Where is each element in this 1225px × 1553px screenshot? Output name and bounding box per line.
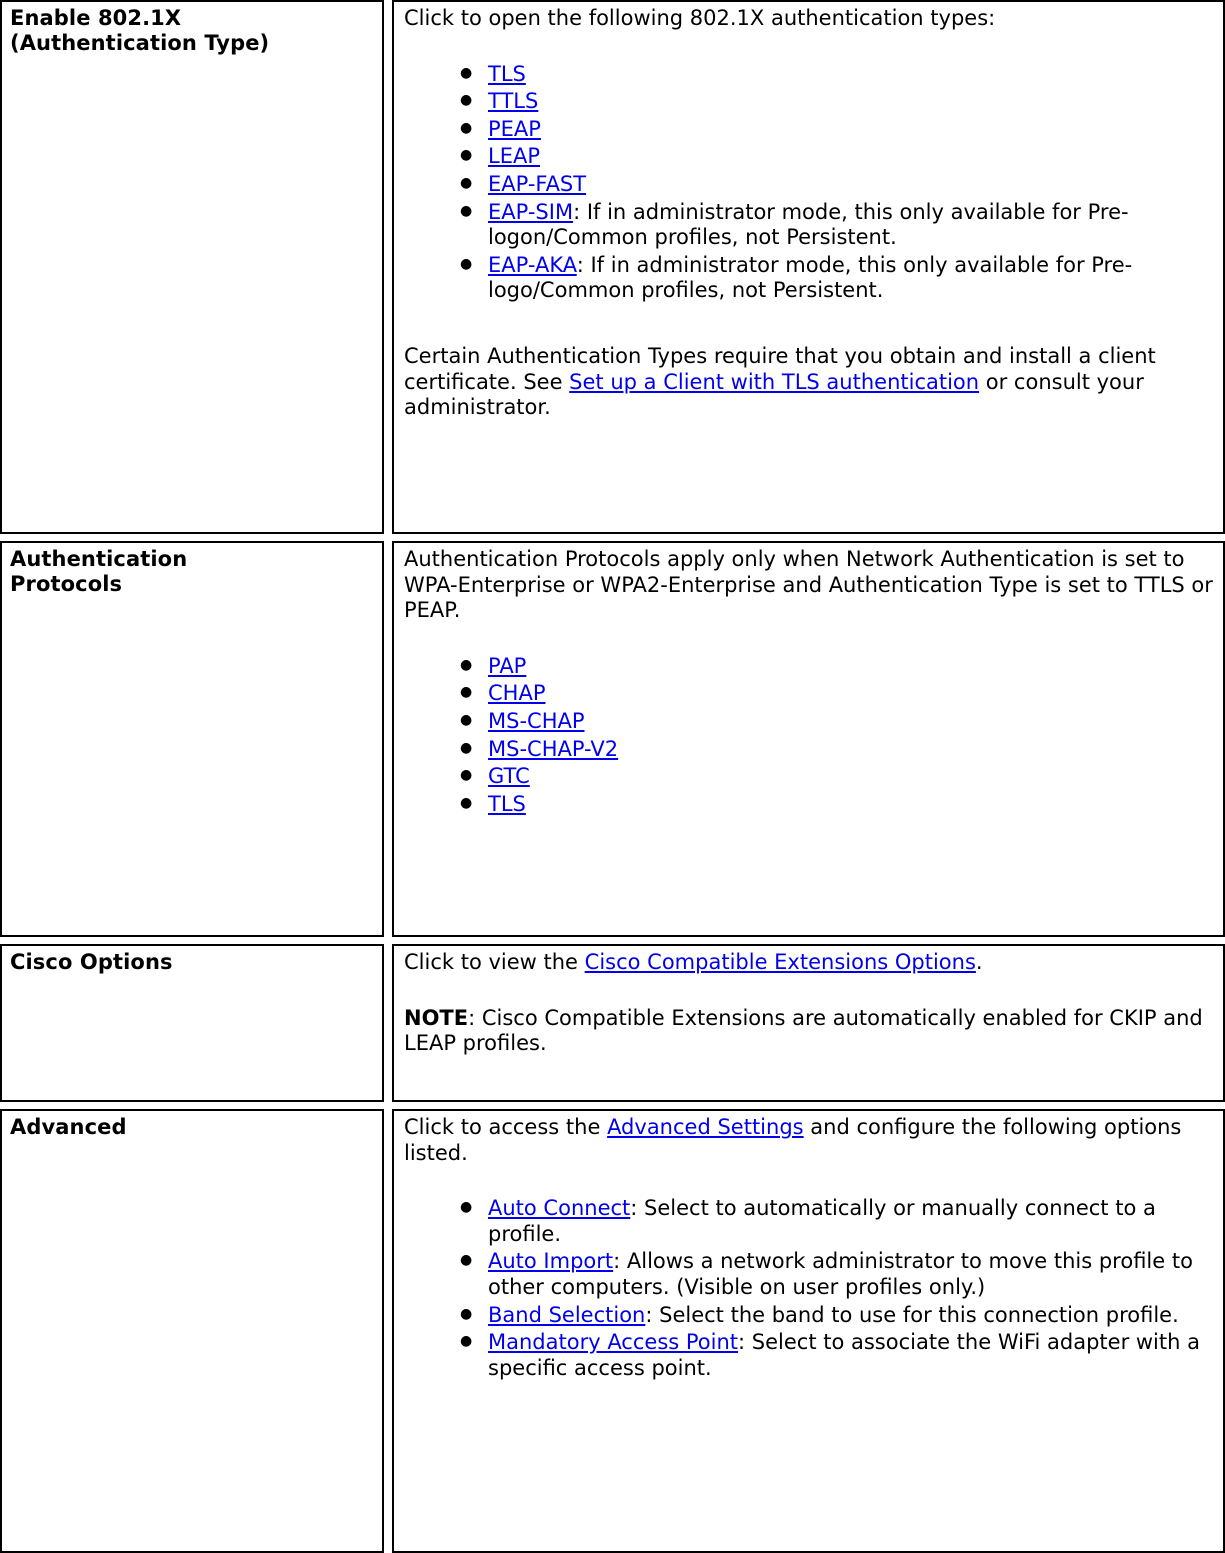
list-item: LEAP	[460, 143, 1215, 170]
column-gap	[384, 541, 392, 937]
link-set-up-client-tls-authentication[interactable]: Set up a Client with TLS authentication	[569, 370, 979, 394]
list-item: EAP-AKA: If in administrator mode, this …	[460, 252, 1215, 304]
list-item: Auto Import: Allows a network administra…	[460, 1248, 1215, 1300]
list-item: MS-CHAP-V2	[460, 736, 1215, 763]
description-cell-cisco-options: Click to view the Cisco Compatible Exten…	[392, 944, 1225, 1102]
link-peap[interactable]: PEAP	[488, 117, 541, 141]
intro-text-after: .	[975, 950, 983, 974]
table-row: Advanced Click to access the Advanced Se…	[0, 1109, 1225, 1553]
term-label-authentication-protocols: Authentication Protocols	[10, 547, 376, 597]
list-item: TLS	[460, 61, 1215, 88]
list-item-text: : Select the band to use for this connec…	[645, 1302, 1179, 1327]
description-cell-authentication-protocols: Authentication Protocols apply only when…	[392, 541, 1225, 937]
list-item: CHAP	[460, 680, 1215, 707]
settings-definition-table: Enable 802.1X (Authentication Type) Clic…	[0, 0, 1225, 1553]
link-band-selection[interactable]: Band Selection	[488, 1303, 645, 1327]
closing-paragraph: Certain Authentication Types require tha…	[404, 344, 1215, 421]
list-item: GTC	[460, 763, 1215, 790]
term-cell-advanced: Advanced	[0, 1109, 384, 1553]
list-item: MS-CHAP	[460, 708, 1215, 735]
link-tls[interactable]: TLS	[488, 62, 526, 86]
term-cell-authentication-protocols: Authentication Protocols	[0, 541, 384, 937]
list-item: Auto Connect: Select to automatically or…	[460, 1195, 1215, 1247]
term-label-cisco-options: Cisco Options	[10, 950, 173, 974]
link-eap-fast[interactable]: EAP-FAST	[488, 172, 586, 196]
row-separator	[0, 1102, 1225, 1109]
list-item: EAP-SIM: If in administrator mode, this …	[460, 199, 1215, 251]
intro-paragraph: Click to view the Cisco Compatible Exten…	[404, 950, 1215, 976]
list-item-text: : If in administrator mode, this only av…	[488, 252, 1133, 303]
link-auto-import[interactable]: Auto Import	[488, 1249, 613, 1273]
link-tls-protocol[interactable]: TLS	[488, 792, 526, 816]
term-line-2: Protocols	[10, 572, 123, 597]
term-label-enable-8021x: Enable 802.1X (Authentication Type)	[10, 6, 376, 56]
column-gap	[384, 1109, 392, 1553]
table-row: Enable 802.1X (Authentication Type) Clic…	[0, 0, 1225, 534]
advanced-options-list: Auto Connect: Select to automatically or…	[404, 1195, 1215, 1381]
list-item-text: : If in administrator mode, this only av…	[488, 199, 1129, 250]
description-cell-enable-8021x: Click to open the following 802.1X authe…	[392, 0, 1225, 534]
column-gap	[384, 0, 392, 534]
term-line-2: (Authentication Type)	[10, 31, 270, 56]
list-item: EAP-FAST	[460, 171, 1215, 198]
link-cisco-compatible-extensions-options[interactable]: Cisco Compatible Extensions Options	[585, 950, 976, 974]
link-eap-aka[interactable]: EAP-AKA	[488, 253, 577, 277]
term-cell-enable-8021x: Enable 802.1X (Authentication Type)	[0, 0, 384, 534]
term-label-advanced: Advanced	[10, 1115, 127, 1139]
intro-paragraph: Click to access the Advanced Settings an…	[404, 1115, 1215, 1166]
link-mandatory-access-point[interactable]: Mandatory Access Point	[488, 1330, 738, 1354]
description-cell-advanced: Click to access the Advanced Settings an…	[392, 1109, 1225, 1553]
term-line-1: Enable 802.1X	[10, 6, 182, 30]
auth-protocol-list: PAP CHAP MS-CHAP MS-CHAP-V2 GTC TLS	[404, 653, 1215, 818]
link-ms-chap-v2[interactable]: MS-CHAP-V2	[488, 737, 618, 761]
auth-type-list: TLS TTLS PEAP LEAP EAP-FAST EAP-SIM: If …	[404, 61, 1215, 304]
intro-text: Click to open the following 802.1X authe…	[404, 6, 996, 30]
link-advanced-settings[interactable]: Advanced Settings	[607, 1115, 804, 1139]
row-separator	[0, 937, 1225, 944]
list-item: Band Selection: Select the band to use f…	[460, 1302, 1215, 1329]
table-row: Cisco Options Click to view the Cisco Co…	[0, 944, 1225, 1102]
link-pap[interactable]: PAP	[488, 654, 526, 678]
note-label: NOTE	[404, 1005, 469, 1030]
list-item: PAP	[460, 653, 1215, 680]
intro-text: Authentication Protocols apply only when…	[404, 547, 1213, 623]
term-line-1: Authentication	[10, 547, 188, 571]
link-ms-chap[interactable]: MS-CHAP	[488, 709, 585, 733]
row-separator	[0, 534, 1225, 541]
note-paragraph: NOTE: Cisco Compatible Extensions are au…	[404, 1006, 1215, 1057]
column-gap	[384, 944, 392, 1102]
list-item: TTLS	[460, 88, 1215, 115]
term-cell-cisco-options: Cisco Options	[0, 944, 384, 1102]
list-item: PEAP	[460, 116, 1215, 143]
link-auto-connect[interactable]: Auto Connect	[488, 1196, 630, 1220]
list-item: Mandatory Access Point: Select to associ…	[460, 1329, 1215, 1381]
intro-text-before: Click to view the	[404, 950, 585, 974]
link-gtc[interactable]: GTC	[488, 764, 530, 788]
link-ttls[interactable]: TTLS	[488, 89, 538, 113]
link-chap[interactable]: CHAP	[488, 681, 545, 705]
link-eap-sim[interactable]: EAP-SIM	[488, 200, 573, 224]
link-leap[interactable]: LEAP	[488, 144, 540, 168]
list-item: TLS	[460, 791, 1215, 818]
intro-text-before: Click to access the	[404, 1115, 608, 1139]
table-row: Authentication Protocols Authentication …	[0, 541, 1225, 937]
note-text: : Cisco Compatible Extensions are automa…	[404, 1005, 1203, 1056]
